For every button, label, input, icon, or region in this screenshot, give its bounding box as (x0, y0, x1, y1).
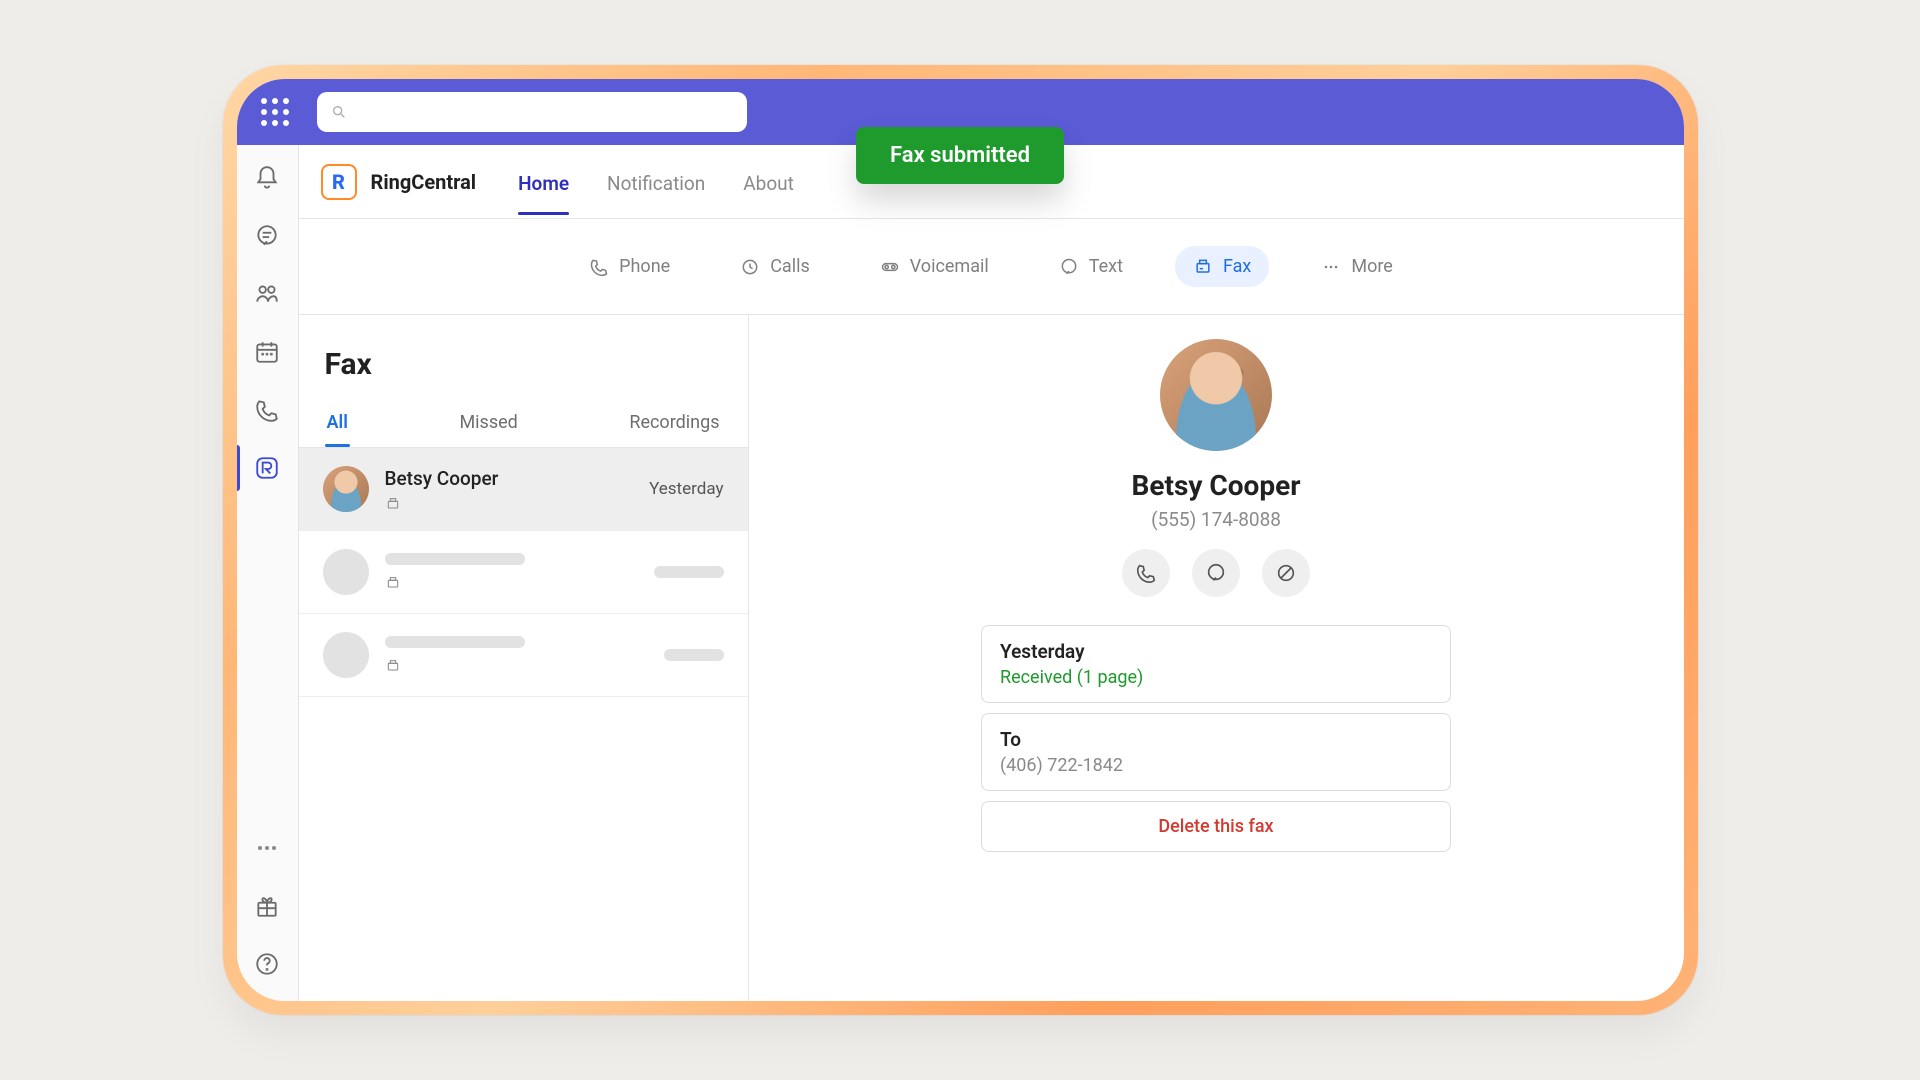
placeholder-line (385, 636, 525, 648)
received-card[interactable]: Yesterday Received (1 page) (981, 625, 1451, 703)
tab-calls-label: Calls (770, 256, 810, 277)
search-icon (331, 104, 347, 120)
fax-row-placeholder[interactable] (299, 614, 748, 697)
sidebar-contacts[interactable] (237, 281, 298, 307)
fax-list: Betsy Cooper Yesterday (299, 448, 748, 1001)
calendar-icon (254, 339, 280, 365)
phone-icon (589, 257, 609, 277)
ellipsis-icon (1321, 257, 1341, 277)
sidebar (237, 145, 299, 1001)
fax-list-title: Fax (299, 315, 748, 402)
sidebar-notifications[interactable] (237, 165, 298, 191)
device-frame: R RingCentral Home Notification About Ph… (223, 65, 1698, 1015)
list-tab-all[interactable]: All (325, 402, 350, 447)
tab-phone[interactable]: Phone (571, 246, 688, 287)
toast-fax-submitted: Fax submitted (856, 127, 1064, 184)
fax-detail-panel: Betsy Cooper (555) 174-8088 (749, 315, 1684, 1001)
tab-fax[interactable]: Fax (1175, 246, 1269, 287)
sidebar-apps[interactable] (237, 893, 298, 919)
chat-icon (1205, 562, 1227, 584)
message-button[interactable] (1192, 549, 1240, 597)
avatar (323, 466, 369, 512)
subtabs: Phone Calls Voicemail Text (299, 219, 1684, 315)
list-tab-missed[interactable]: Missed (457, 402, 519, 447)
people-icon (254, 281, 280, 307)
avatar-placeholder (323, 549, 369, 595)
received-card-label: Yesterday (1000, 640, 1432, 663)
sidebar-phone[interactable] (237, 397, 298, 423)
block-button[interactable] (1262, 549, 1310, 597)
placeholder-line (654, 566, 724, 578)
fax-row-name: Betsy Cooper (385, 467, 634, 490)
gift-icon (254, 893, 280, 919)
fax-list-panel: Fax All Missed Recordings Betsy Cooper (299, 315, 749, 1001)
tab-text-label: Text (1089, 256, 1123, 277)
to-card-sub: (406) 722-1842 (1000, 755, 1432, 776)
fax-icon (1193, 257, 1213, 277)
to-card-label: To (1000, 728, 1432, 751)
tab-more-label: More (1351, 256, 1392, 277)
fax-list-tabs: All Missed Recordings (299, 402, 748, 448)
tab-phone-label: Phone (619, 256, 670, 277)
phone-icon (1135, 562, 1157, 584)
brand-name: RingCentral (371, 170, 477, 194)
block-icon (1275, 562, 1297, 584)
contact-phone: (555) 174-8088 (1151, 508, 1281, 531)
avatar-placeholder (323, 632, 369, 678)
ellipsis-icon (258, 846, 276, 850)
call-button[interactable] (1122, 549, 1170, 597)
placeholder-line (385, 553, 525, 565)
phone-icon (254, 397, 280, 423)
contact-actions (1122, 549, 1310, 597)
help-icon (254, 951, 280, 977)
fax-icon (385, 658, 401, 674)
nav-home[interactable]: Home (506, 149, 581, 215)
tab-voicemail[interactable]: Voicemail (862, 246, 1007, 287)
fax-icon (385, 575, 401, 591)
placeholder-line (664, 649, 724, 661)
nav-notification[interactable]: Notification (595, 149, 717, 215)
app-launcher-icon[interactable] (261, 98, 289, 126)
to-card[interactable]: To (406) 722-1842 (981, 713, 1451, 791)
voicemail-icon (880, 257, 900, 277)
fax-row-time: Yesterday (649, 479, 723, 499)
fax-icon (385, 496, 401, 512)
received-card-sub: Received (1 page) (1000, 667, 1432, 688)
contact-name: Betsy Cooper (1132, 469, 1301, 502)
chat-icon (254, 223, 280, 249)
detail-cards: Yesterday Received (1 page) To (406) 722… (981, 625, 1451, 852)
list-tab-recordings[interactable]: Recordings (627, 402, 721, 447)
tab-fax-label: Fax (1223, 256, 1251, 277)
sidebar-calendar[interactable] (237, 339, 298, 365)
tab-more[interactable]: More (1303, 246, 1410, 287)
ringcentral-icon (254, 455, 280, 481)
brand-logo: R (321, 164, 357, 200)
text-icon (1059, 257, 1079, 277)
search-input[interactable] (357, 103, 733, 121)
fax-row-placeholder[interactable] (299, 531, 748, 614)
sidebar-more[interactable] (237, 835, 298, 861)
fax-row-info: Betsy Cooper (385, 467, 634, 512)
tab-calls[interactable]: Calls (722, 246, 828, 287)
clock-icon (740, 257, 760, 277)
fax-row[interactable]: Betsy Cooper Yesterday (299, 448, 748, 531)
delete-fax-button[interactable]: Delete this fax (1158, 816, 1273, 837)
body: R RingCentral Home Notification About Ph… (237, 145, 1684, 1001)
sidebar-help[interactable] (237, 951, 298, 977)
screen: R RingCentral Home Notification About Ph… (237, 79, 1684, 1001)
sidebar-ringcentral[interactable] (237, 455, 298, 481)
contact-avatar (1160, 339, 1272, 451)
tab-voicemail-label: Voicemail (910, 256, 989, 277)
nav-about[interactable]: About (731, 149, 806, 215)
delete-card[interactable]: Delete this fax (981, 801, 1451, 852)
tab-text[interactable]: Text (1041, 246, 1141, 287)
content: Fax All Missed Recordings Betsy Cooper (299, 315, 1684, 1001)
bell-icon (254, 165, 280, 191)
search-box[interactable] (317, 92, 747, 132)
main: R RingCentral Home Notification About Ph… (299, 145, 1684, 1001)
sidebar-messages[interactable] (237, 223, 298, 249)
